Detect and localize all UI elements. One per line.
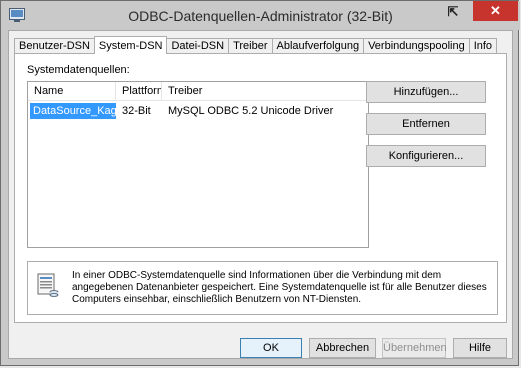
tab-verbindungspooling[interactable]: Verbindungspooling (363, 38, 470, 53)
cancel-button[interactable]: Abbrechen (309, 338, 376, 358)
info-text: In einer ODBC-Systemdatenquelle sind Inf… (72, 270, 487, 305)
help-button[interactable]: Hilfe (453, 338, 507, 358)
data-source-info-icon (37, 273, 59, 297)
ok-button[interactable]: OK (240, 338, 302, 358)
tab-treiber[interactable]: Treiber (228, 38, 273, 53)
data-source-name[interactable]: DataSource_Kaggle (30, 103, 116, 119)
close-icon[interactable]: ✕ (473, 1, 518, 21)
list-item[interactable]: DataSource_Kaggle 32-Bit MySQL ODBC 5.2 … (28, 103, 368, 119)
tab-datei-dsn[interactable]: Datei-DSN (166, 38, 230, 53)
odbc-admin-window: ODBC-Datenquellen-Administrator (32-Bit)… (0, 0, 520, 366)
system-data-sources-label: Systemdatenquellen: (27, 64, 130, 76)
column-header-driver[interactable]: Treiber (162, 82, 368, 100)
remove-button[interactable]: Entfernen (366, 113, 486, 135)
data-source-platform: 32-Bit (122, 105, 151, 117)
column-header-name[interactable]: Name (28, 82, 116, 100)
add-button[interactable]: Hinzufügen... (366, 81, 486, 103)
configure-button[interactable]: Konfigurieren... (366, 145, 486, 167)
apply-button: Übernehmen (382, 338, 447, 358)
title-bar[interactable]: ODBC-Datenquellen-Administrator (32-Bit)… (1, 1, 520, 30)
tab-ablaufverfolgung[interactable]: Ablaufverfolgung (271, 38, 365, 53)
data-source-driver: MySQL ODBC 5.2 Unicode Driver (168, 105, 334, 117)
tab-info[interactable]: Info (468, 38, 498, 53)
system-dsn-panel: Systemdatenquellen: Name Plattform Treib… (14, 53, 507, 323)
data-source-list[interactable]: Name Plattform Treiber DataSource_Kaggle… (27, 81, 369, 248)
list-header: Name Plattform Treiber (28, 82, 368, 101)
help-icon[interactable]: ⇱ (441, 3, 465, 21)
column-header-platform[interactable]: Plattform (116, 82, 162, 100)
tab-system-dsn[interactable]: System-DSN (93, 36, 168, 54)
tab-benutzer-dsn[interactable]: Benutzer-DSN (14, 38, 95, 53)
tab-strip: Benutzer-DSN System-DSN Datei-DSN Treibe… (14, 36, 498, 54)
dialog-client: Benutzer-DSN System-DSN Datei-DSN Treibe… (8, 30, 513, 359)
info-box: In einer ODBC-Systemdatenquelle sind Inf… (27, 261, 498, 315)
